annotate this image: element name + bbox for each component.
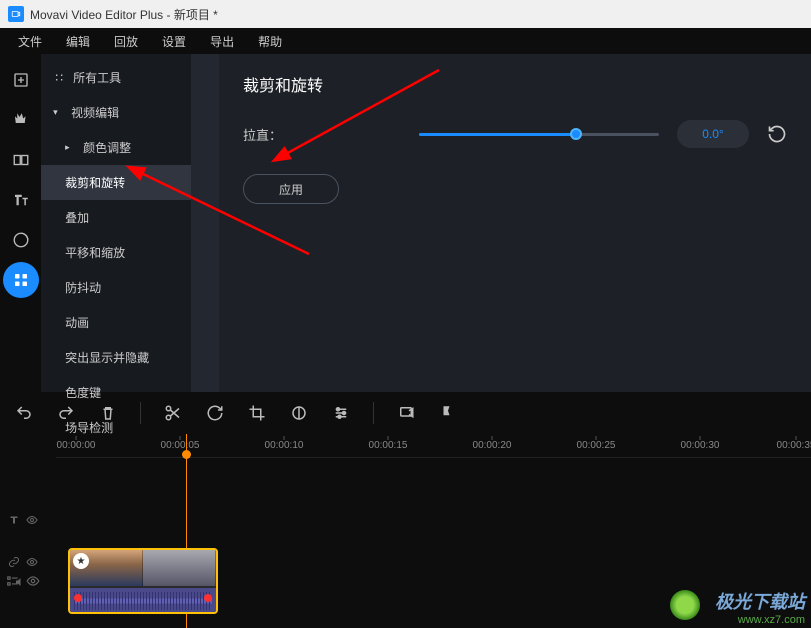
menu-edit[interactable]: 编辑: [54, 29, 102, 54]
grid-icon: ∷: [53, 71, 65, 85]
panel-divider: [191, 54, 219, 392]
watermark: 极光下载站 www.xz7.com: [715, 588, 805, 626]
sidebar-item-animation[interactable]: 动画: [41, 305, 191, 340]
visibility-icon[interactable]: [26, 514, 38, 526]
straighten-row: 拉直： 0.0°: [243, 120, 787, 148]
clip-thumbnails: [70, 550, 216, 586]
record-voiceover-icon[interactable]: [396, 403, 416, 423]
ruler-tick: 00:00:25: [577, 440, 616, 451]
ruler-tick: 00:00:10: [265, 440, 304, 451]
sidebar-item-all-tools[interactable]: ∷ 所有工具: [41, 60, 191, 95]
rail-more-tools-icon[interactable]: [3, 262, 39, 298]
icon-rail: [0, 54, 41, 392]
menu-export[interactable]: 导出: [198, 29, 246, 54]
sidebar-item-crop-rotate[interactable]: 裁剪和旋转: [41, 165, 191, 200]
separator: [373, 402, 374, 424]
sidebar-label: 视频编辑: [71, 104, 119, 121]
timeline-view-controls: [6, 574, 40, 588]
track-text-controls: [0, 510, 56, 530]
separator: [140, 402, 141, 424]
sidebar-label: 颜色调整: [83, 139, 131, 156]
menu-playback[interactable]: 回放: [102, 29, 150, 54]
clip-fade-in-handle[interactable]: [74, 594, 82, 602]
slider-thumb[interactable]: [570, 128, 582, 140]
sidebar-item-stabilize[interactable]: 防抖动: [41, 270, 191, 305]
menu-settings[interactable]: 设置: [150, 29, 198, 54]
watermark-logo-icon: [670, 590, 700, 620]
text-track-icon: [8, 514, 20, 526]
ruler-tick: 00:00:35: [777, 440, 811, 451]
straighten-slider[interactable]: [419, 126, 659, 142]
watermark-url: www.xz7.com: [715, 614, 805, 626]
split-icon[interactable]: [163, 403, 183, 423]
menu-file[interactable]: 文件: [6, 29, 54, 54]
sidebar-item-highlight-conceal[interactable]: 突出显示并隐藏: [41, 340, 191, 375]
clip-fade-out-handle[interactable]: [204, 594, 212, 602]
sidebar-item-overlay[interactable]: 叠加: [41, 200, 191, 235]
app-logo-icon: [8, 6, 24, 22]
sidebar-label: 突出显示并隐藏: [65, 349, 149, 366]
sidebar-item-color-adjust[interactable]: ▸ 颜色调整: [41, 130, 191, 165]
rail-transitions-icon[interactable]: [3, 142, 39, 178]
chevron-right-icon: ▸: [65, 142, 75, 153]
chevron-down-icon: ▾: [53, 107, 63, 118]
clip-properties-icon[interactable]: [331, 403, 351, 423]
slider-fill: [419, 133, 575, 136]
marker-icon[interactable]: [438, 403, 458, 423]
rail-add-media-icon[interactable]: [3, 62, 39, 98]
color-adjust-icon[interactable]: [289, 403, 309, 423]
link-icon[interactable]: [8, 556, 20, 568]
track-video-controls: [0, 552, 56, 572]
undo-icon[interactable]: [14, 403, 34, 423]
ruler-tick: 00:00:15: [369, 440, 408, 451]
rotate-icon[interactable]: [205, 403, 225, 423]
visibility-icon[interactable]: [26, 556, 38, 568]
angle-value-input[interactable]: 0.0°: [677, 120, 749, 148]
panel-heading: 裁剪和旋转: [243, 72, 787, 96]
sidebar-label: 平移和缩放: [65, 244, 125, 261]
sidebar-label: 所有工具: [73, 69, 121, 86]
sidebar-item-video-editing[interactable]: ▾ 视频编辑: [41, 95, 191, 130]
clip-audio-waveform: [70, 588, 216, 614]
ruler-tick: 00:00:05: [161, 440, 200, 451]
window-title: Movavi Video Editor Plus - 新项目 *: [30, 6, 218, 23]
crop-icon[interactable]: [247, 403, 267, 423]
main-area: ∷所有工具 ▾视频编辑 ▸颜色调整 裁剪和旋转 叠加 平移和缩放 防抖动 动画 …: [0, 54, 811, 392]
clip-effects-badge-icon[interactable]: ★: [73, 553, 89, 569]
sidebar-item-pan-zoom[interactable]: 平移和缩放: [41, 235, 191, 270]
sidebar-label: 叠加: [65, 209, 89, 226]
redo-icon[interactable]: [56, 403, 76, 423]
timeline-ruler[interactable]: 00:00:00 00:00:05 00:00:10 00:00:15 00:0…: [56, 434, 811, 458]
watermark-title: 极光下载站: [715, 588, 805, 614]
track-options-icon[interactable]: [6, 574, 20, 588]
sidebar-label: 裁剪和旋转: [65, 174, 125, 191]
timeline-left-gutter: [0, 434, 56, 628]
ruler-tick: 00:00:20: [473, 440, 512, 451]
menu-bar: 文件 编辑 回放 设置 导出 帮助: [0, 28, 811, 54]
rail-stickers-icon[interactable]: [3, 222, 39, 258]
delete-icon[interactable]: [98, 403, 118, 423]
crop-rotate-panel: 裁剪和旋转 拉直： 0.0° 应用: [219, 54, 811, 392]
title-bar: Movavi Video Editor Plus - 新项目 *: [0, 0, 811, 28]
rail-titles-icon[interactable]: [3, 182, 39, 218]
apply-button[interactable]: 应用: [243, 174, 339, 204]
sidebar-label: 动画: [65, 314, 89, 331]
rail-filters-icon[interactable]: [3, 102, 39, 138]
menu-help[interactable]: 帮助: [246, 29, 294, 54]
sidebar-label: 防抖动: [65, 279, 101, 296]
visibility-icon[interactable]: [26, 574, 40, 588]
sidebar: ∷所有工具 ▾视频编辑 ▸颜色调整 裁剪和旋转 叠加 平移和缩放 防抖动 动画 …: [41, 54, 191, 392]
ruler-tick: 00:00:30: [681, 440, 720, 451]
video-clip[interactable]: ★: [68, 548, 218, 614]
reset-rotation-icon[interactable]: [767, 124, 787, 144]
sidebar-label: 色度键: [65, 384, 101, 401]
ruler-tick: 00:00:00: [57, 440, 96, 451]
straighten-label: 拉直：: [243, 125, 283, 144]
